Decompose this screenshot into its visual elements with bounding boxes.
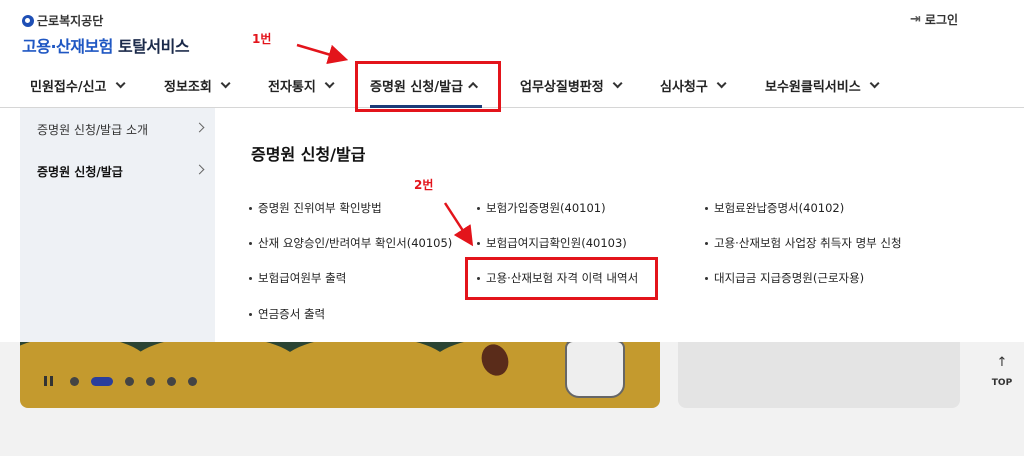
annotation-arrow-step1: [296, 43, 349, 65]
annotation-arrow-step2: [443, 202, 474, 247]
annotation-arrows: [296, 43, 474, 247]
